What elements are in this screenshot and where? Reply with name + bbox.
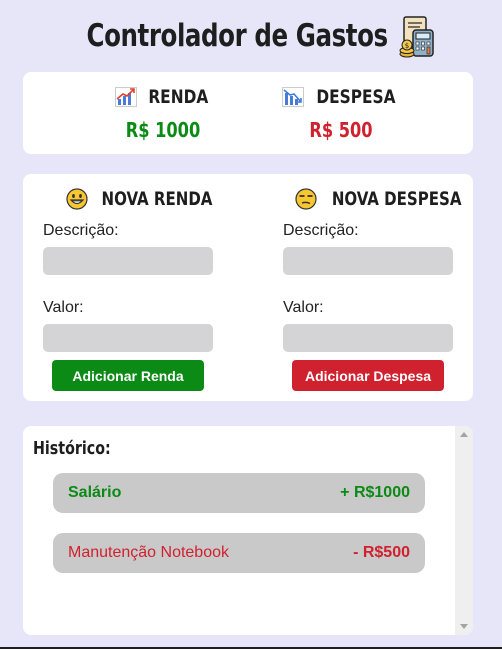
expense-summary: DESPESA R$ 500	[241, 84, 441, 142]
income-form-title: NOVA RENDA	[101, 188, 213, 210]
chart-down-icon	[282, 87, 305, 107]
income-description-input[interactable]	[43, 247, 213, 275]
expense-description-input[interactable]	[283, 247, 453, 275]
page-title: Controlador de Gastos	[86, 18, 388, 54]
income-label: RENDA	[148, 86, 208, 108]
history-item-description: Salário	[68, 484, 122, 501]
history-item: Manutenção Notebook - R$500	[53, 533, 425, 573]
history-panel: Histórico: Salário + R$1000 Manutenção N…	[23, 426, 473, 635]
expense-form: NOVA DESPESA Descrição: Valor:	[283, 186, 473, 352]
scroll-down-icon[interactable]	[460, 624, 468, 629]
expense-form-title: NOVA DESPESA	[332, 188, 462, 210]
income-value-input[interactable]	[43, 324, 213, 352]
grinning-face-icon	[66, 188, 88, 210]
income-summary: RENDA R$ 1000	[63, 84, 263, 142]
history-scrollbar[interactable]	[455, 426, 473, 635]
history-item-description: Manutenção Notebook	[68, 544, 229, 561]
add-expense-button[interactable]: Adicionar Despesa	[292, 360, 444, 391]
expense-description-label: Descrição:	[283, 222, 359, 239]
chart-up-icon	[114, 87, 137, 107]
expense-value-label: Valor:	[283, 299, 324, 316]
add-income-button[interactable]: Adicionar Renda	[52, 360, 204, 391]
history-title: Histórico:	[33, 438, 111, 459]
scroll-up-icon[interactable]	[460, 432, 468, 437]
income-form: NOVA RENDA Descrição: Valor:	[43, 186, 233, 352]
income-description-label: Descrição:	[43, 222, 119, 239]
history-item-amount: + R$1000	[340, 484, 410, 501]
entry-forms-card: NOVA RENDA Descrição: Valor: NOVA DESPES…	[23, 174, 473, 401]
history-item-amount: - R$500	[353, 544, 410, 561]
expense-label: DESPESA	[316, 86, 396, 108]
expense-total: R$ 500	[309, 118, 373, 142]
balance-summary-card: RENDA R$ 1000 DESPESA R$ 500	[23, 72, 473, 154]
svg-text:$: $	[405, 42, 409, 50]
history-item: Salário + R$1000	[53, 473, 425, 513]
income-value-label: Valor:	[43, 299, 84, 316]
app-header: Controlador de Gastos $	[0, 8, 502, 64]
income-total: R$ 1000	[125, 118, 201, 142]
calculator-money-icon: $	[399, 16, 434, 58]
unamused-face-icon	[295, 188, 317, 210]
expense-value-input[interactable]	[283, 324, 453, 352]
